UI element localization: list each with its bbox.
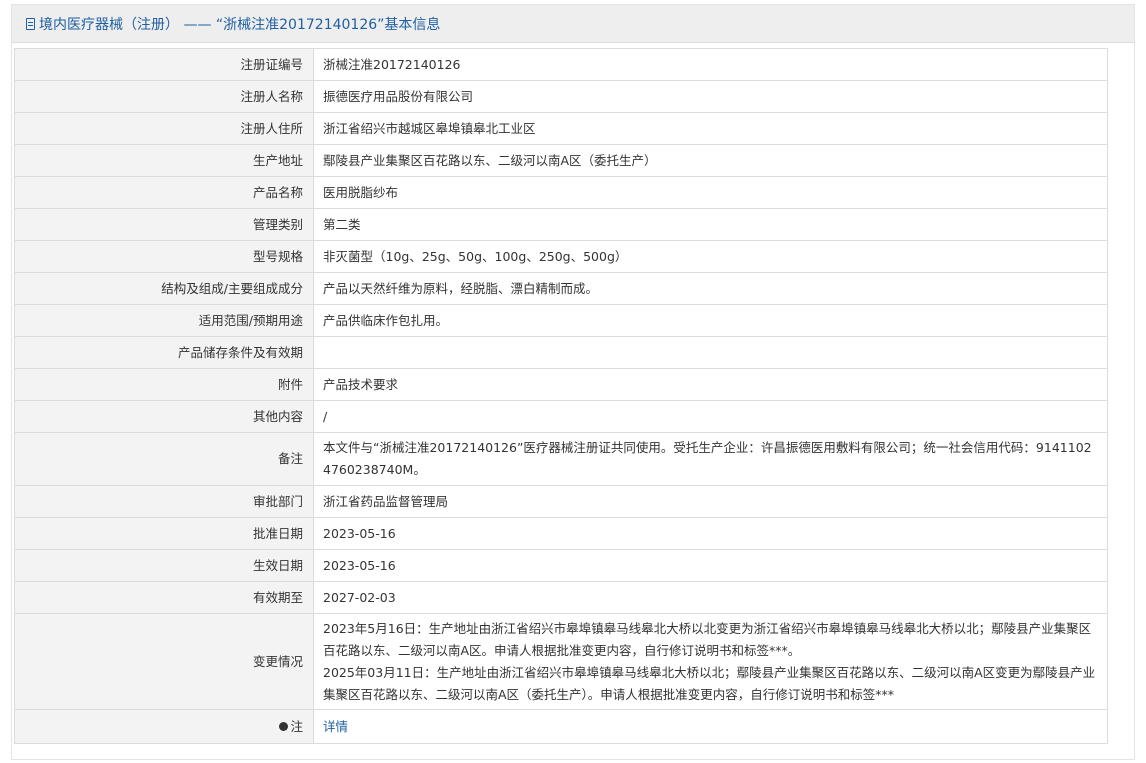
document-icon — [26, 17, 35, 30]
table-row: 适用范围/预期用途 产品供临床作包扎用。 — [14, 304, 1108, 337]
bulb-icon — [279, 721, 289, 731]
row-label: 结构及组成/主要组成成分 — [14, 272, 314, 305]
change-entry: 2025年03月11日：生产地址由浙江省绍兴市皋埠镇皋马线皋北大桥以北；鄢陵县产… — [323, 664, 1096, 702]
row-label: 有效期至 — [14, 581, 314, 614]
row-value: 医用脱脂纱布 — [313, 176, 1108, 209]
row-label: 附件 — [14, 368, 314, 401]
panel-header: 境内医疗器械（注册） —— “浙械注准20172140126”基本信息 — [12, 5, 1134, 43]
table-row: 产品名称 医用脱脂纱布 — [14, 176, 1108, 209]
table-row: 注册人住所 浙江省绍兴市越城区皋埠镇皋北工业区 — [14, 112, 1108, 145]
row-value: 产品技术要求 — [313, 368, 1108, 401]
row-label: 批准日期 — [14, 517, 314, 550]
row-value — [313, 336, 1108, 369]
row-value: 产品以天然纤维为原料，经脱脂、漂白精制而成。 — [313, 272, 1108, 305]
table-row: 生效日期 2023-05-16 — [14, 549, 1108, 582]
details-link[interactable]: 详情 — [323, 719, 348, 734]
row-label: 产品储存条件及有效期 — [14, 336, 314, 369]
row-label: 适用范围/预期用途 — [14, 304, 314, 337]
table-row: 其他内容 / — [14, 400, 1108, 433]
note-row: 注 详情 — [14, 709, 1108, 744]
table-row: 审批部门 浙江省药品监督管理局 — [14, 485, 1108, 518]
info-table: 注册证编号 浙械注准20172140126 注册人名称 振德医疗用品股份有限公司… — [14, 48, 1108, 744]
table-row: 型号规格 非灭菌型（10g、25g、50g、100g、250g、500g） — [14, 240, 1108, 273]
row-value: 浙江省药品监督管理局 — [313, 485, 1108, 518]
table-row: 批准日期 2023-05-16 — [14, 517, 1108, 550]
change-history-value: 2023年5月16日：生产地址由浙江省绍兴市皋埠镇皋马线皋北大桥以北变更为浙江省… — [313, 613, 1108, 710]
row-label: 管理类别 — [14, 208, 314, 241]
row-value: 第二类 — [313, 208, 1108, 241]
table-row: 附件 产品技术要求 — [14, 368, 1108, 401]
row-label: 审批部门 — [14, 485, 314, 518]
row-label: 产品名称 — [14, 176, 314, 209]
row-label: 型号规格 — [14, 240, 314, 273]
row-value: 本文件与“浙械注准20172140126”医疗器械注册证共同使用。受托生产企业：… — [313, 432, 1108, 486]
note-value: 详情 — [313, 709, 1108, 744]
table-row: 有效期至 2027-02-03 — [14, 581, 1108, 614]
table-row: 生产地址 鄢陵县产业集聚区百花路以东、二级河以南A区（委托生产） — [14, 144, 1108, 177]
row-value: 2023-05-16 — [313, 517, 1108, 550]
row-value: 产品供临床作包扎用。 — [313, 304, 1108, 337]
row-value: 2027-02-03 — [313, 581, 1108, 614]
table-row: 管理类别 第二类 — [14, 208, 1108, 241]
row-value: 浙械注准20172140126 — [313, 48, 1108, 81]
row-label: 其他内容 — [14, 400, 314, 433]
row-value: 非灭菌型（10g、25g、50g、100g、250g、500g） — [313, 240, 1108, 273]
table-row: 产品储存条件及有效期 — [14, 336, 1108, 369]
row-label: 备注 — [14, 432, 314, 486]
row-value: / — [313, 400, 1108, 433]
table-row: 备注 本文件与“浙械注准20172140126”医疗器械注册证共同使用。受托生产… — [14, 432, 1108, 486]
row-label: 注册人住所 — [14, 112, 314, 145]
row-label: 生效日期 — [14, 549, 314, 582]
page-title: 境内医疗器械（注册） —— “浙械注准20172140126”基本信息 — [39, 16, 441, 33]
note-label: 注 — [290, 718, 303, 734]
change-entry: 2023年5月16日：生产地址由浙江省绍兴市皋埠镇皋马线皋北大桥以北变更为浙江省… — [323, 620, 1092, 658]
row-label: 变更情况 — [14, 613, 314, 710]
row-label: 注册证编号 — [14, 48, 314, 81]
row-label: 注册人名称 — [14, 80, 314, 113]
row-label: 生产地址 — [14, 144, 314, 177]
row-value: 浙江省绍兴市越城区皋埠镇皋北工业区 — [313, 112, 1108, 145]
table-row: 结构及组成/主要组成成分 产品以天然纤维为原料，经脱脂、漂白精制而成。 — [14, 272, 1108, 305]
row-value: 振德医疗用品股份有限公司 — [313, 80, 1108, 113]
row-value: 2023-05-16 — [313, 549, 1108, 582]
row-value: 鄢陵县产业集聚区百花路以东、二级河以南A区（委托生产） — [313, 144, 1108, 177]
table-row: 注册证编号 浙械注准20172140126 — [14, 48, 1108, 81]
change-history-row: 变更情况 2023年5月16日：生产地址由浙江省绍兴市皋埠镇皋马线皋北大桥以北变… — [14, 613, 1108, 710]
table-row: 注册人名称 振德医疗用品股份有限公司 — [14, 80, 1108, 113]
note-label-cell: 注 — [14, 709, 314, 744]
